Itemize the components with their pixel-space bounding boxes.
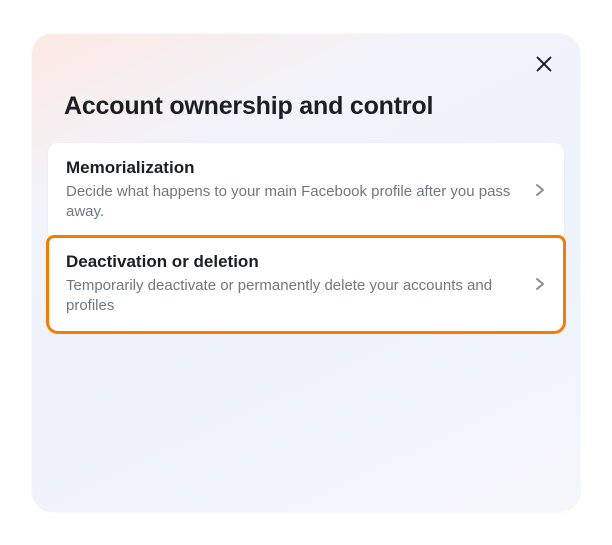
list-item-memorialization[interactable]: Memorialization Decide what happens to y…	[48, 143, 564, 238]
list-item-content: Deactivation or deletion Temporarily dea…	[66, 252, 534, 317]
modal-account-ownership: Account ownership and control Memorializ…	[32, 34, 580, 512]
chevron-right-icon	[534, 276, 546, 292]
list-item-content: Memorialization Decide what happens to y…	[66, 158, 534, 223]
close-icon	[533, 53, 555, 78]
chevron-right-icon	[534, 182, 546, 198]
list-item-description: Temporarily deactivate or permanently de…	[66, 276, 522, 317]
list-item-title: Memorialization	[66, 158, 522, 178]
close-button[interactable]	[530, 52, 558, 80]
list-item-deactivation-deletion[interactable]: Deactivation or deletion Temporarily dea…	[48, 237, 564, 332]
settings-list: Memorialization Decide what happens to y…	[48, 143, 564, 332]
page-title: Account ownership and control	[32, 82, 580, 143]
list-item-description: Decide what happens to your main Faceboo…	[66, 182, 522, 223]
list-item-title: Deactivation or deletion	[66, 252, 522, 272]
